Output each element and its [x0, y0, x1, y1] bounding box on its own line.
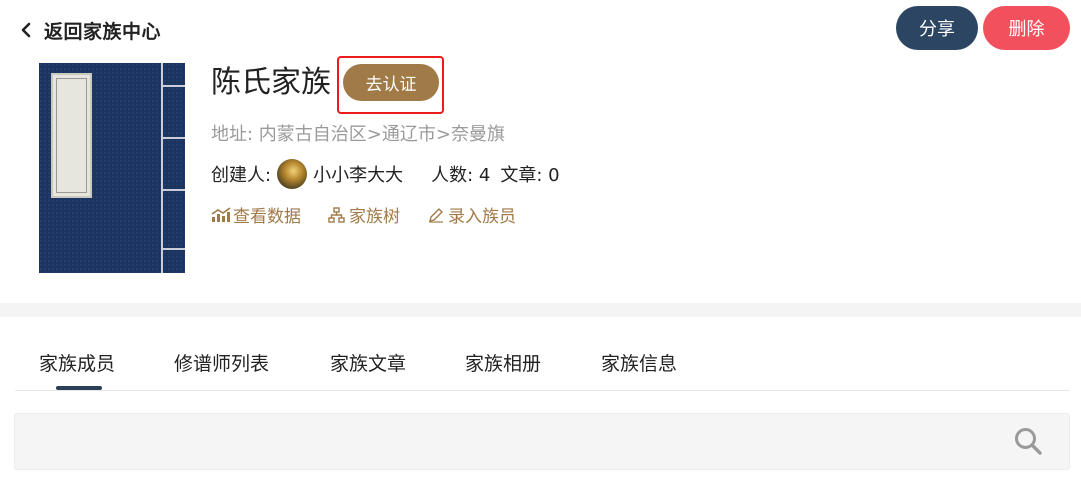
- section-divider: [0, 303, 1081, 317]
- certify-highlight-box: 去认证: [337, 56, 444, 114]
- view-data-label: 查看数据: [233, 207, 301, 227]
- family-address: 地址: 内蒙古自治区>通辽市>奈曼旗: [211, 124, 505, 145]
- cover-stitch: [161, 189, 185, 191]
- search-input[interactable]: [14, 413, 1070, 470]
- family-book-cover: [39, 63, 185, 273]
- tab-genealogist-list[interactable]: 修谱师列表: [174, 349, 269, 376]
- article-count: 文章: 0: [500, 165, 560, 186]
- tab-bar: 家族成员 修谱师列表 家族文章 家族相册 家族信息: [15, 340, 1070, 391]
- active-tab-indicator: [56, 386, 102, 390]
- chevron-left-icon: [21, 22, 31, 38]
- search-icon[interactable]: [1013, 426, 1043, 456]
- pen-icon: [429, 207, 443, 223]
- view-data-link[interactable]: 查看数据: [211, 202, 301, 227]
- family-actions: 查看数据 家族树 录入族员: [211, 202, 542, 227]
- people-count: 人数: 4: [431, 165, 491, 186]
- family-name: 陈氏家族: [211, 65, 331, 100]
- cover-stitch: [161, 248, 185, 250]
- share-button[interactable]: 分享: [896, 6, 978, 50]
- tab-family-album[interactable]: 家族相册: [465, 349, 541, 376]
- tab-family-articles[interactable]: 家族文章: [330, 349, 406, 376]
- creator-row: 创建人: 小小李大大 人数: 4 文章: 0: [211, 158, 560, 190]
- tree-icon: [328, 206, 345, 223]
- family-tree-label: 家族树: [349, 207, 400, 227]
- tab-family-info[interactable]: 家族信息: [601, 349, 677, 376]
- add-member-link[interactable]: 录入族员: [426, 202, 516, 227]
- cover-binding-line: [161, 63, 163, 273]
- certify-button[interactable]: 去认证: [343, 64, 439, 101]
- cover-title-slip: [51, 73, 92, 198]
- creator-label: 创建人:: [211, 165, 272, 186]
- chart-icon: [211, 206, 231, 222]
- tab-family-members[interactable]: 家族成员: [39, 349, 115, 376]
- add-member-label: 录入族员: [448, 207, 516, 227]
- cover-stitch: [161, 85, 185, 87]
- back-button[interactable]: 返回家族中心: [18, 16, 161, 44]
- cover-stitch: [161, 137, 185, 139]
- avatar[interactable]: [277, 159, 308, 189]
- creator-name[interactable]: 小小李大大: [313, 161, 403, 187]
- family-tree-link[interactable]: 家族树: [327, 202, 400, 227]
- back-label: 返回家族中心: [44, 20, 162, 43]
- delete-button[interactable]: 删除: [983, 6, 1070, 50]
